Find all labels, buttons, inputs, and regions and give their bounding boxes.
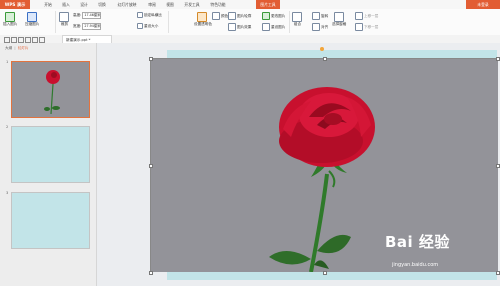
reset-picture-label: 重设图片 (271, 24, 286, 29)
ribbon-divider (55, 11, 56, 33)
checkbox-icon (137, 12, 143, 18)
compress-icon (26, 12, 37, 22)
tab-slides[interactable]: 幻灯片 (18, 46, 29, 50)
wps-menu-button[interactable]: WPS 演示 (0, 0, 30, 9)
insert-picture-label: 插入图片 (3, 22, 18, 26)
send-backward-button[interactable]: 下移一层 (355, 23, 378, 31)
picture-icon (4, 12, 15, 22)
crop-label: 裁剪 (60, 22, 69, 26)
bring-forward-icon (355, 12, 363, 20)
change-picture-label: 更改图片 (271, 13, 286, 18)
reset-picture-button[interactable]: 重设图片 (262, 23, 285, 31)
selection-pane-button[interactable]: 选择窗格 (332, 12, 346, 27)
slide-thumbnail-3[interactable] (11, 192, 90, 249)
slide-thumbnail-1[interactable] (11, 61, 90, 118)
width-input[interactable]: 27.94厘米 (82, 23, 102, 30)
panel-tabs: 大纲 | 幻灯片 (5, 46, 29, 51)
set-transparent-button[interactable]: 设置透明色 (194, 12, 212, 27)
app-brand: WPS 演示 (4, 1, 26, 7)
send-backward-icon (355, 23, 363, 31)
send-backward-label: 下移一层 (364, 24, 379, 29)
slide-number: 2 (6, 125, 9, 129)
ribbon: 插入图片 压缩图片 裁剪 高度: 17.46厘米 宽度: 27.94厘米 锁定纵… (0, 9, 500, 36)
align-label: 对齐 (321, 24, 329, 29)
crop-icon (59, 12, 69, 22)
tab-outline[interactable]: 大纲 (5, 46, 12, 50)
slide-number: 1 (6, 60, 9, 64)
resize-handle-right[interactable] (496, 163, 500, 168)
change-picture-button[interactable]: 更改图片 (262, 12, 285, 20)
rotation-handle[interactable] (320, 47, 324, 51)
height-field[interactable]: 高度: 17.46厘米 (73, 12, 102, 19)
document-tab[interactable]: 新建演示.ppt * (62, 35, 112, 43)
transparent-color-icon (197, 12, 208, 22)
tab-home[interactable]: 开始 (40, 0, 56, 9)
resize-handle-top-right[interactable] (496, 56, 500, 61)
slide-number: 3 (6, 191, 9, 195)
change-picture-icon (262, 12, 270, 20)
reset-picture-icon (262, 23, 270, 31)
compress-label: 压缩图片 (25, 22, 40, 26)
tab-features[interactable]: 特色功能 (206, 0, 230, 9)
rose-thumbnail-image (12, 62, 89, 117)
width-label: 宽度: (73, 23, 82, 28)
rotate-icon (312, 12, 320, 20)
tab-design[interactable]: 设计 (76, 0, 92, 9)
baidu-watermark: Bai 经验 (385, 233, 450, 251)
color-icon (212, 12, 220, 20)
align-button[interactable]: 对齐 (312, 23, 328, 31)
selection-pane-icon (333, 12, 344, 22)
resize-handle-top-left[interactable] (148, 56, 153, 61)
tab-transition[interactable]: 切换 (94, 0, 110, 9)
tab-developer[interactable]: 开发工具 (180, 0, 204, 9)
reset-size-button[interactable]: 重设大小 (137, 23, 158, 29)
tab-insert[interactable]: 插入 (58, 0, 74, 9)
tab-view[interactable]: 视图 (162, 0, 178, 9)
slide-thumbnail-2[interactable] (11, 126, 90, 183)
rotate-label: 旋转 (321, 13, 329, 18)
bring-forward-label: 上移一层 (364, 13, 379, 18)
panel-tab-separator: | (14, 46, 16, 50)
picture-effect-label: 图片效果 (237, 24, 252, 29)
set-transparent-label: 设置透明色 (194, 22, 212, 26)
picture-outline-button[interactable]: 图片轮廓 (228, 12, 251, 20)
combine-label: 组合 (293, 22, 302, 26)
reset-size-label: 重设大小 (144, 23, 159, 28)
crop-button[interactable]: 裁剪 (59, 12, 70, 27)
picture-effect-button[interactable]: 图片效果 (228, 23, 251, 31)
resize-handle-bottom[interactable] (322, 270, 327, 275)
login-button[interactable]: 未登录 (466, 0, 500, 9)
height-label: 高度: (73, 12, 82, 17)
effect-icon (228, 23, 236, 31)
color-button[interactable]: 颜色 (212, 12, 228, 20)
selection-pane-label: 选择窗格 (332, 22, 347, 26)
resize-handle-bottom-right[interactable] (496, 270, 500, 275)
width-field[interactable]: 宽度: 27.94厘米 (73, 23, 102, 30)
lock-ratio-label: 锁定纵横比 (144, 12, 162, 17)
tab-review[interactable]: 审阅 (144, 0, 160, 9)
rotate-button[interactable]: 旋转 (312, 12, 328, 20)
insert-picture-button[interactable]: 插入图片 (3, 12, 17, 27)
picture-outline-label: 图片轮廓 (237, 13, 252, 18)
resize-handle-bottom-left[interactable] (148, 270, 153, 275)
reset-size-icon (137, 23, 143, 29)
document-tab-title: 新建演示.ppt * (66, 38, 91, 42)
tab-picture-tools[interactable]: 图片工具 (256, 0, 280, 9)
lock-ratio-checkbox[interactable]: 锁定纵横比 (137, 12, 162, 18)
combine-button[interactable]: 组合 (292, 12, 303, 27)
align-icon (312, 23, 320, 31)
watermark-url: jingyan.baidu.com (392, 262, 439, 268)
resize-handle-top[interactable] (322, 56, 327, 61)
ribbon-divider (289, 11, 290, 33)
bring-forward-button[interactable]: 上移一层 (355, 12, 378, 20)
height-input[interactable]: 17.46厘米 (82, 12, 102, 19)
ribbon-divider (168, 11, 169, 33)
tab-slideshow[interactable]: 幻灯片放映 (112, 0, 142, 9)
compress-picture-button[interactable]: 压缩图片 (25, 12, 39, 27)
outline-icon (228, 12, 236, 20)
resize-handle-left[interactable] (148, 163, 153, 168)
combine-icon (292, 12, 302, 22)
